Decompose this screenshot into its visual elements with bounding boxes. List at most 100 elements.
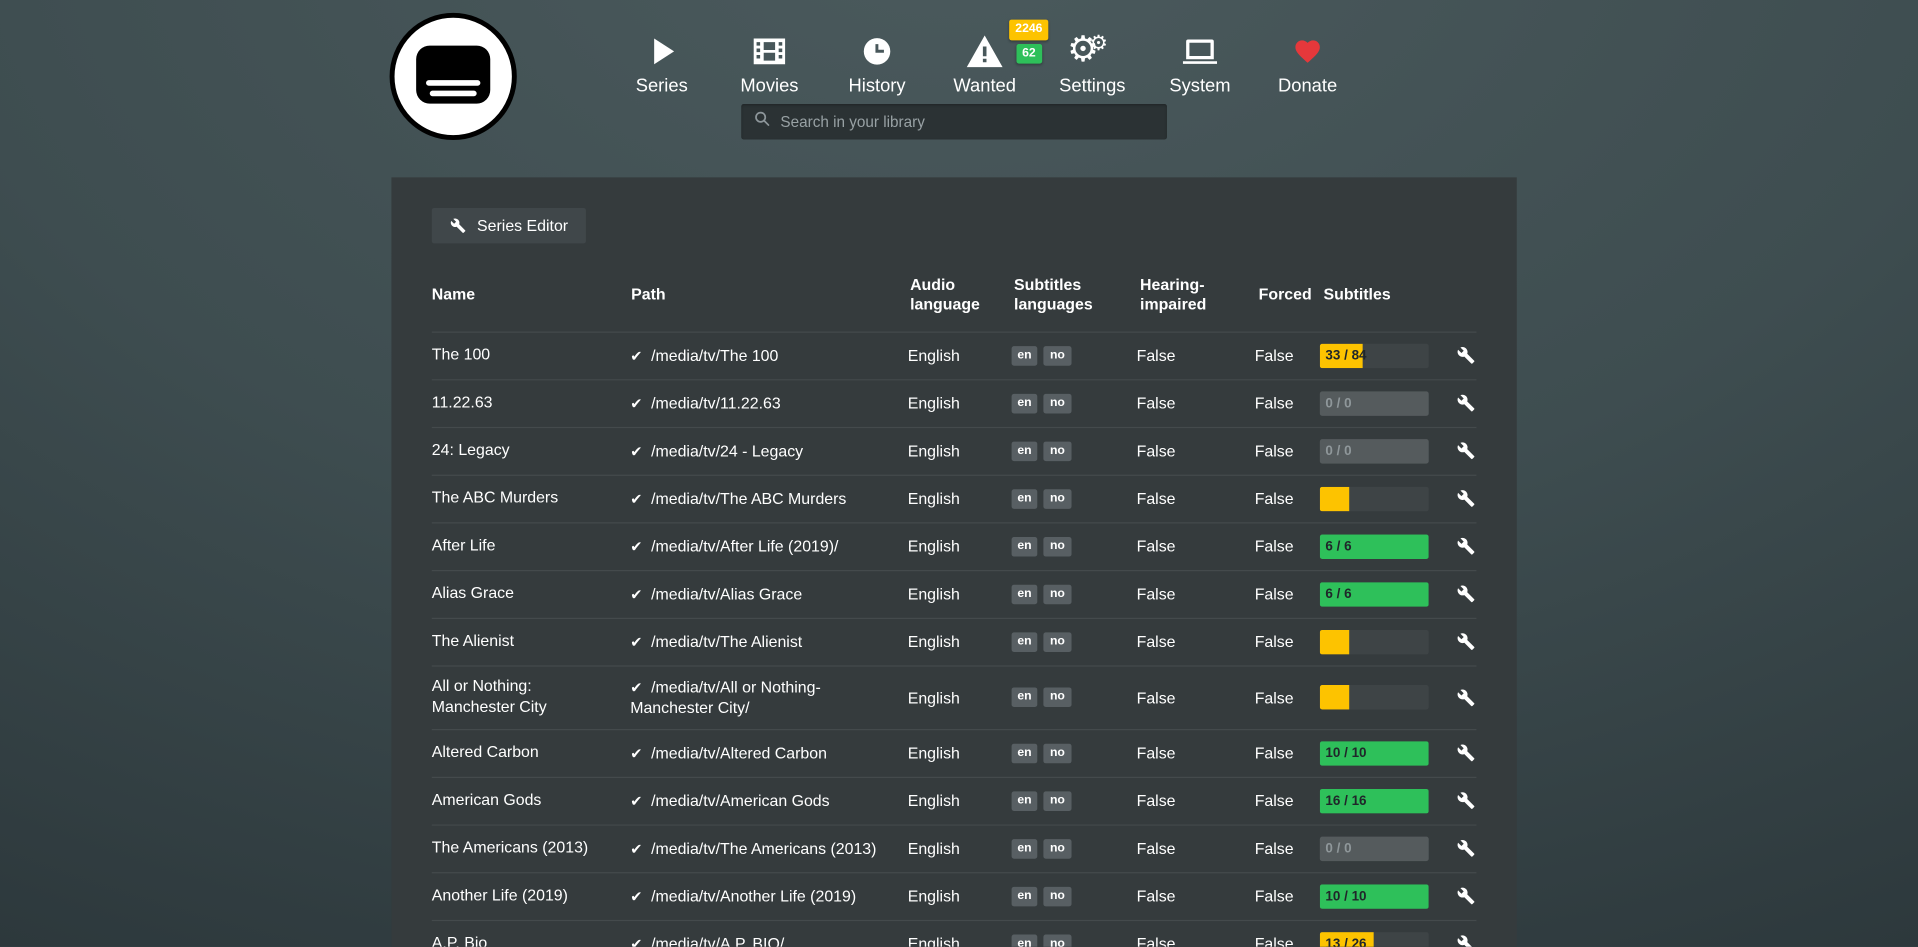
row-actions (1456, 535, 1477, 558)
nav-item-history[interactable]: History (823, 20, 931, 97)
language-badge: en (1011, 536, 1038, 556)
column-header-forced: Forced (1259, 285, 1324, 305)
series-path-text: /media/tv/Another Life (2019) (651, 887, 856, 905)
edit-series-button[interactable] (1456, 884, 1477, 907)
wrench-icon (1457, 346, 1475, 364)
check-icon: ✔ (630, 888, 642, 905)
edit-series-button[interactable] (1456, 630, 1477, 653)
audio-language: English (908, 394, 1011, 412)
wanted-count-badge-warning: 2246 (1009, 20, 1048, 40)
language-badge: en (1011, 743, 1038, 763)
language-badge: no (1044, 393, 1071, 413)
wanted-badges: 2246 62 (1009, 20, 1048, 64)
gear-small-glyph: ⚙ (1089, 33, 1108, 54)
audio-language: English (908, 887, 1011, 905)
series-path: ✔/media/tv/After Life (2019)/ (630, 535, 908, 556)
column-header-subtitles: Subtitles (1324, 285, 1461, 305)
language-badge: en (1011, 886, 1038, 906)
hearing-impaired-value: False (1137, 442, 1255, 460)
check-icon: ✔ (630, 442, 642, 459)
subtitles-progress: 10 / 10 (1319, 741, 1428, 765)
table-row: Another Life (2019) ✔/media/tv/Another L… (432, 872, 1477, 920)
subtitles-progress-label: 13 / 26 (1325, 932, 1366, 947)
subtitles-progress: 6 / 6 (1319, 534, 1428, 558)
series-path-text: /media/tv/11.22.63 (651, 394, 781, 412)
edit-series-button[interactable] (1456, 535, 1477, 558)
edit-series-button[interactable] (1456, 344, 1477, 367)
language-badge: en (1011, 934, 1038, 947)
nav-item-wanted[interactable]: 2246 62 Wanted (931, 20, 1039, 97)
subtitles-progress (1319, 486, 1428, 510)
bazarr-logo[interactable] (389, 12, 517, 140)
audio-language: English (908, 632, 1011, 650)
language-badge: no (1044, 584, 1071, 604)
nav-item-series[interactable]: Series (608, 20, 716, 97)
table-row: 24: Legacy ✔/media/tv/24 - Legacy Englis… (432, 426, 1477, 474)
subtitles-cell: 10 / 10 (1319, 884, 1455, 908)
language-badge: no (1044, 632, 1071, 652)
edit-series-button[interactable] (1456, 582, 1477, 605)
nav-item-settings[interactable]: ⚙⚙ Settings (1039, 20, 1147, 97)
edit-series-button[interactable] (1456, 686, 1477, 709)
language-badge: no (1044, 536, 1071, 556)
row-actions (1456, 741, 1477, 764)
language-badge: no (1044, 886, 1071, 906)
subtitles-languages: enno (1011, 536, 1136, 556)
series-editor-button[interactable]: Series Editor (432, 208, 587, 243)
edit-series-button[interactable] (1456, 741, 1477, 764)
series-editor-button-label: Series Editor (477, 217, 568, 235)
series-path: ✔/media/tv/The 100 (630, 345, 908, 366)
subtitles-cell: 33 / 84 (1319, 343, 1455, 367)
table-row: The 100 ✔/media/tv/The 100 English enno … (432, 331, 1477, 379)
language-badge: no (1044, 346, 1071, 366)
column-header-audio-language: Audio language (910, 275, 1014, 315)
nav-item-system[interactable]: System (1146, 20, 1254, 97)
audio-language: English (908, 792, 1011, 810)
subtitles-cell: 6 / 6 (1319, 534, 1455, 558)
subtitles-languages: enno (1011, 489, 1136, 509)
subtitles-progress (1319, 629, 1428, 653)
hearing-impaired-value: False (1137, 489, 1255, 507)
play-icon (648, 34, 676, 68)
subtitles-languages: enno (1011, 791, 1136, 811)
check-icon: ✔ (630, 792, 642, 809)
wrench-icon (1457, 489, 1475, 507)
search-bar (741, 104, 1167, 139)
check-icon: ✔ (630, 586, 642, 603)
language-badge: no (1044, 934, 1071, 947)
language-badge: no (1044, 791, 1071, 811)
series-name: The 100 (432, 345, 630, 366)
series-path-text: /media/tv/All or Nothing- Manchester Cit… (630, 677, 821, 717)
edit-series-button[interactable] (1456, 932, 1477, 947)
language-badge: no (1044, 839, 1071, 859)
language-badge: no (1044, 743, 1071, 763)
edit-series-button[interactable] (1456, 789, 1477, 812)
series-name: The Alienist (432, 631, 630, 652)
edit-series-button[interactable] (1456, 837, 1477, 860)
language-badge: no (1044, 489, 1071, 509)
language-badge: en (1011, 791, 1038, 811)
edit-series-button[interactable] (1456, 487, 1477, 510)
subtitles-languages: enno (1011, 839, 1136, 859)
nav-label-series: Series (636, 76, 688, 97)
edit-series-button[interactable] (1456, 391, 1477, 414)
search-input[interactable] (780, 113, 1154, 130)
edit-series-button[interactable] (1456, 439, 1477, 462)
subtitles-cell: 16 / 16 (1319, 788, 1455, 812)
table-row: The ABC Murders ✔/media/tv/The ABC Murde… (432, 474, 1477, 522)
language-badge: en (1011, 489, 1038, 509)
hearing-impaired-value: False (1137, 935, 1255, 947)
nav-item-movies[interactable]: Movies (716, 20, 824, 97)
nav-label-donate: Donate (1278, 76, 1337, 97)
subtitles-progress-label: 33 / 84 (1325, 343, 1366, 367)
check-icon: ✔ (630, 678, 642, 695)
audio-language: English (908, 489, 1011, 507)
subtitles-languages: enno (1011, 743, 1136, 763)
table-row: American Gods ✔/media/tv/American Gods E… (432, 776, 1477, 824)
audio-language: English (908, 688, 1011, 706)
subtitles-progress: 10 / 10 (1319, 884, 1428, 908)
series-name: Alias Grace (432, 584, 630, 605)
app-window: Series Movies History 2246 62 (0, 0, 1918, 947)
nav-item-donate[interactable]: Donate (1254, 20, 1362, 97)
table-row: All or Nothing: Manchester City ✔/media/… (432, 665, 1477, 729)
